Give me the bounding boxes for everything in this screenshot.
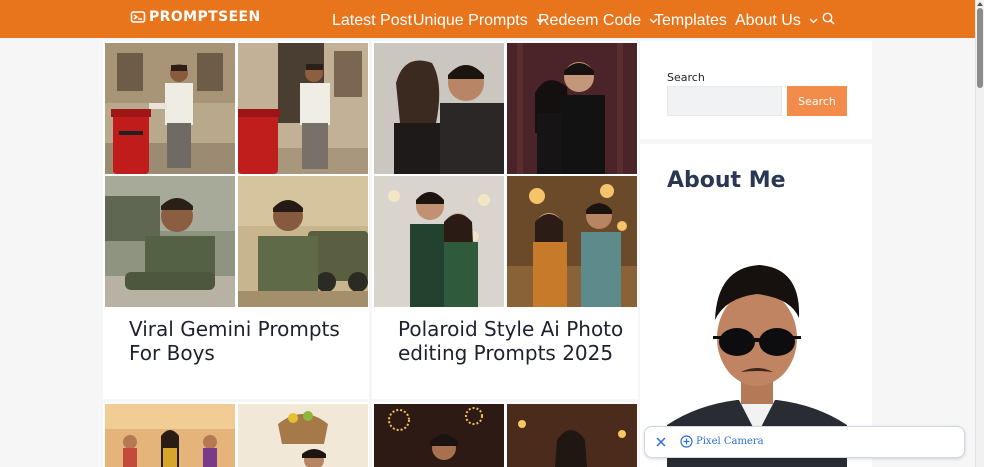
photo-man-postbox [105, 43, 235, 174]
nav-about-us[interactable]: About Us [735, 12, 818, 30]
site-logo[interactable]: PROMPTSEEN [130, 9, 261, 25]
search-input[interactable] [667, 86, 782, 116]
plus-circle-icon [680, 435, 693, 448]
post-thumbnail[interactable] [374, 43, 637, 307]
nav-label: Redeem Code [538, 12, 642, 29]
page-scrollbar[interactable] [975, 0, 984, 467]
photo-woman-diwali [507, 404, 637, 467]
photo-couple-4 [507, 176, 637, 307]
site-header: PROMPTSEEN Latest Post Unique Prompts Re… [0, 0, 975, 38]
nav-label: Templates [654, 12, 727, 29]
search-icon[interactable] [822, 12, 835, 25]
sidebar-search-widget: Search Search [640, 41, 872, 139]
post-card[interactable]: Polaroid Style Ai Photo editing Prompts … [372, 41, 638, 399]
photo-fireworks [374, 404, 504, 467]
logo-icon [130, 11, 146, 23]
search-button[interactable]: Search [787, 86, 847, 116]
photo-village-women [105, 404, 235, 467]
nav-latest-post[interactable]: Latest Post [332, 12, 412, 30]
photo-couple-1 [374, 43, 504, 174]
about-title: About Me [667, 168, 786, 193]
pixel-camera-link[interactable]: Pixel Camera [696, 436, 764, 447]
post-thumbnail[interactable] [105, 43, 368, 307]
post-card[interactable]: Viral Gemini Prompts For Boys [103, 41, 369, 399]
scroll-up-arrow-icon[interactable] [977, 2, 983, 6]
photo-man-army [105, 176, 235, 307]
logo-text: PROMPTSEEN [149, 9, 261, 25]
post-card[interactable] [103, 402, 369, 467]
post-title[interactable]: Viral Gemini Prompts For Boys [129, 317, 359, 365]
post-title[interactable]: Polaroid Style Ai Photo editing Prompts … [398, 317, 628, 365]
photo-man-postbox-2 [238, 43, 368, 174]
nav-unique-prompts[interactable]: Unique Prompts [413, 12, 545, 30]
photo-couple-3 [374, 176, 504, 307]
nav-templates[interactable]: Templates [654, 12, 727, 30]
nav-label: Latest Post [332, 12, 413, 29]
close-icon[interactable] [655, 436, 667, 448]
sidebar-about-widget: About Me [640, 144, 872, 467]
chevron-down-icon [809, 18, 818, 24]
post-card[interactable] [372, 402, 638, 467]
nav-redeem-code[interactable]: Redeem Code [538, 12, 658, 30]
nav-label: About Us [735, 12, 801, 29]
search-label: Search [667, 71, 705, 84]
scroll-thumb[interactable] [977, 8, 983, 88]
photo-man-jeep [238, 176, 368, 307]
photo-man-basket [238, 404, 368, 467]
photo-couple-2 [507, 43, 637, 174]
pixel-camera-bar: Pixel Camera [644, 426, 965, 458]
nav-label: Unique Prompts [413, 12, 528, 29]
